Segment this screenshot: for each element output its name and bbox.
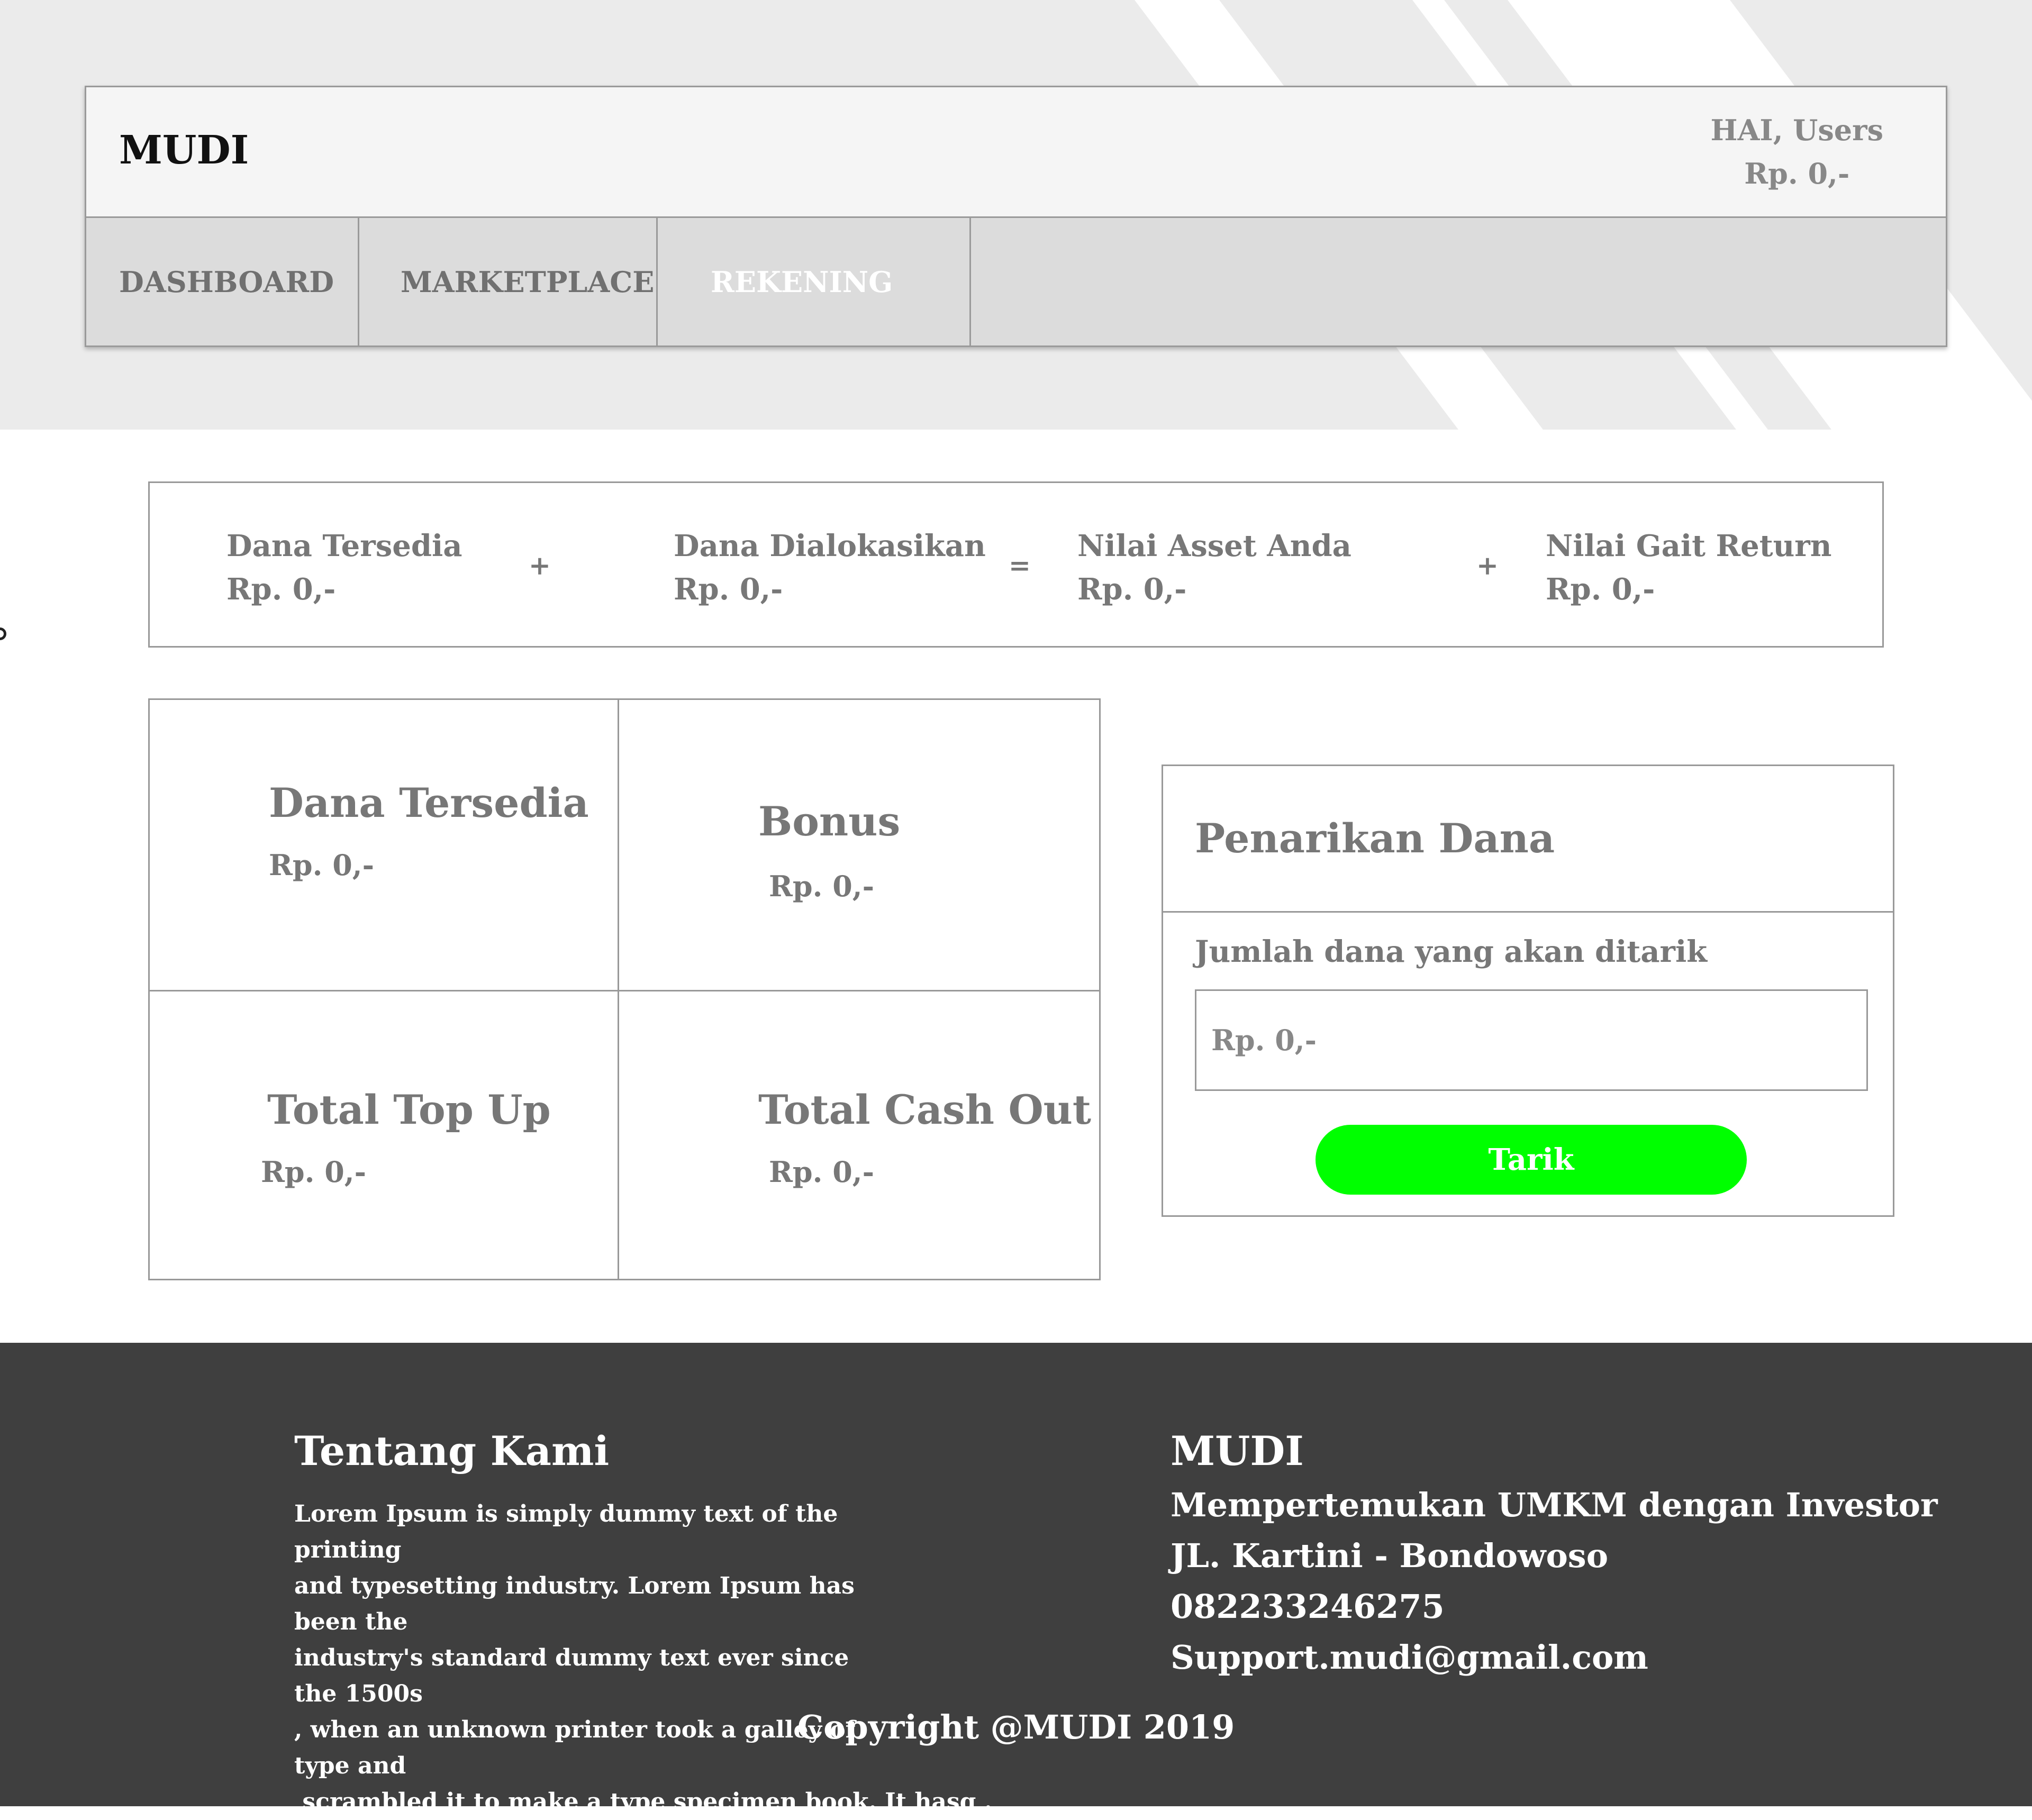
summary-nilai-asset: Nilai Asset Anda Rp. 0,-: [1077, 524, 1351, 611]
footer-about-line: Lorem Ipsum is simply dummy text of the …: [294, 1500, 838, 1563]
summary-label: Nilai Asset Anda: [1077, 529, 1351, 563]
summary-value: Rp. 0,-: [1546, 572, 1655, 607]
main-nav: DASHBOARD MARKETPLACE REKENING: [86, 216, 1946, 345]
footer-phone[interactable]: 082233246275: [1171, 1587, 1445, 1626]
footer-tagline: Mempertemukan UMKM dengan Investor: [1171, 1486, 1938, 1524]
user-greeting: HAI, Users: [1710, 113, 1883, 147]
stats-grid: Dana Tersedia Rp. 0,- Bonus Rp. 0,- Tota…: [148, 698, 1101, 1280]
withdraw-title: Penarikan Dana: [1195, 815, 1555, 862]
withdraw-amount-input[interactable]: [1195, 989, 1868, 1091]
withdraw-panel: Penarikan Dana Jumlah dana yang akan dit…: [1162, 765, 1894, 1217]
summary-nilai-gait-return: Nilai Gait Return Rp. 0,-: [1546, 524, 1832, 611]
grid-divider: [618, 700, 619, 1279]
stat-title-total-cash-out: Total Cash Out: [758, 1086, 1092, 1133]
footer-brand: MUDI: [1171, 1427, 1304, 1475]
plus-operator: +: [1476, 550, 1499, 581]
equals-operator: =: [1009, 550, 1031, 581]
footer-about-line: industry's standard dummy text ever sinc…: [294, 1644, 849, 1707]
brand-logo[interactable]: MUDI: [119, 128, 249, 173]
summary-dana-dialokasikan: Dana Dialokasikan Rp. 0,-: [674, 524, 986, 611]
summary-label: Dana Tersedia: [226, 529, 462, 563]
side-marker-icon: [0, 627, 6, 640]
summary-label: Dana Dialokasikan: [674, 529, 986, 563]
tarik-button[interactable]: Tarik: [1316, 1125, 1747, 1195]
footer-about-line: and typesetting industry. Lorem Ipsum ha…: [294, 1572, 855, 1635]
footer-about-title: Tentang Kami: [294, 1427, 610, 1475]
stat-title-total-top-up: Total Top Up: [267, 1086, 551, 1133]
footer-address: JL. Kartini - Bondowoso: [1171, 1536, 1609, 1575]
footer-copyright: Copyright @MUDI 2019: [797, 1708, 1235, 1746]
summary-value: Rp. 0,-: [226, 572, 336, 607]
summary-label: Nilai Gait Return: [1546, 529, 1832, 563]
footer-email[interactable]: Support.mudi@gmail.com: [1171, 1638, 1648, 1677]
nav-marketplace[interactable]: MARKETPLACE: [359, 218, 658, 345]
nav-dashboard[interactable]: DASHBOARD: [86, 218, 359, 345]
grid-divider: [150, 990, 1099, 991]
stat-title-dana-tersedia: Dana Tersedia: [269, 779, 589, 826]
user-balance: Rp. 0,-: [1744, 157, 1850, 190]
stat-value-total-top-up: Rp. 0,-: [261, 1155, 367, 1189]
stat-title-bonus: Bonus: [758, 798, 901, 845]
stat-value-total-cash-out: Rp. 0,-: [769, 1155, 875, 1189]
stat-value-bonus: Rp. 0,-: [769, 869, 875, 903]
user-info[interactable]: HAI, Users Rp. 0,-: [1711, 108, 1883, 195]
nav-rekening[interactable]: REKENING: [658, 218, 971, 345]
summary-value: Rp. 0,-: [674, 572, 783, 607]
withdraw-amount-label: Jumlah dana yang akan ditarik: [1195, 934, 1708, 969]
plus-operator: +: [529, 550, 551, 581]
summary-value: Rp. 0,-: [1077, 572, 1187, 607]
hero-background: MUDI HAI, Users Rp. 0,- DASHBOARD MARKET…: [0, 0, 2032, 430]
header-card: MUDI HAI, Users Rp. 0,- DASHBOARD MARKET…: [85, 86, 1947, 347]
footer-about-text: Lorem Ipsum is simply dummy text of the …: [294, 1496, 993, 1820]
footer-about-line: scrambled it to make a type specimen boo…: [294, 1788, 993, 1815]
asset-summary: Dana Tersedia Rp. 0,- + Dana Dialokasika…: [148, 481, 1884, 648]
summary-dana-tersedia: Dana Tersedia Rp. 0,-: [226, 524, 462, 611]
withdraw-divider: [1163, 911, 1893, 913]
stat-value-dana-tersedia: Rp. 0,-: [269, 848, 375, 882]
footer: Tentang Kami Lorem Ipsum is simply dummy…: [0, 1343, 2032, 1815]
